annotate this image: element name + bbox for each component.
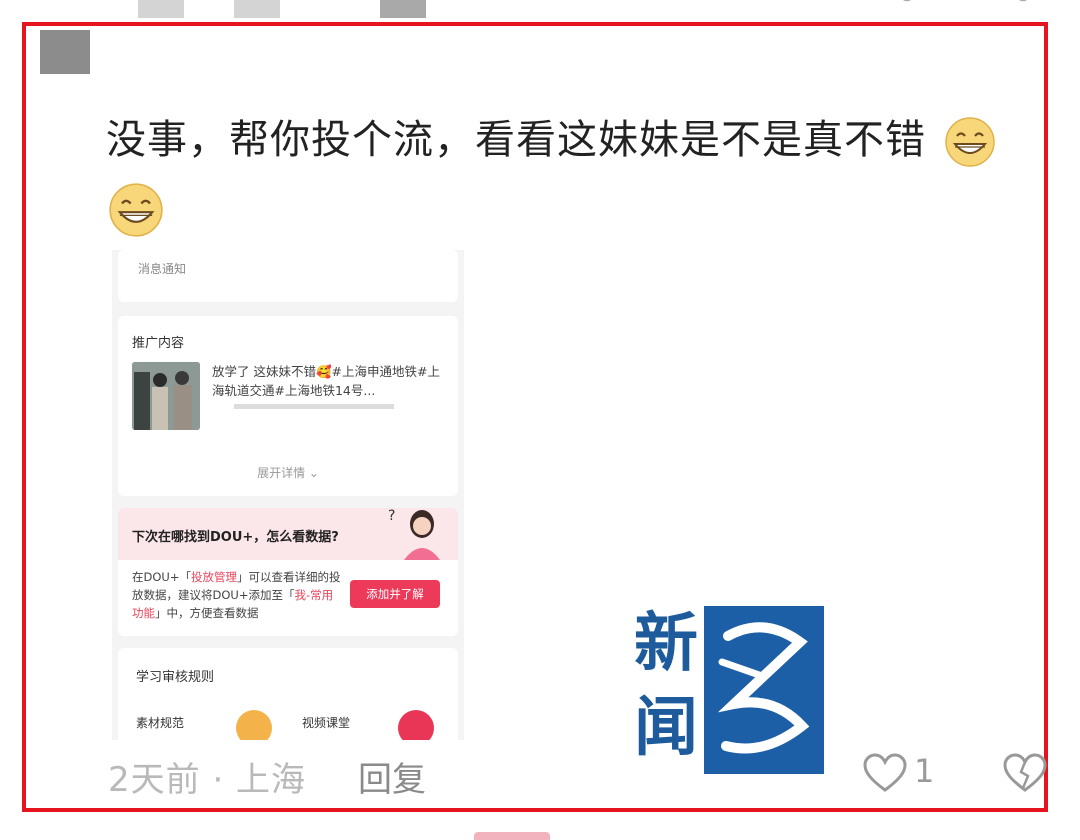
watermark-block bbox=[704, 606, 824, 774]
top-fragment bbox=[138, 0, 184, 18]
tip-body: 在DOU+「投放管理」可以查看详细的投放数据，建议将DOU+添加至「我-常用功能… bbox=[132, 568, 342, 622]
attached-screenshot[interactable]: 消息通知 推广内容 放学了 这妹妹不错🥰#上海申通地铁#上海轨道交通#上海地铁1… bbox=[112, 250, 464, 740]
news-watermark-logo: 新 闻 bbox=[628, 606, 824, 774]
comment-text: 没事，帮你投个流，看看这妹妹是不是真不错 bbox=[106, 110, 1026, 170]
avatar[interactable] bbox=[40, 30, 90, 74]
scroll-indicator bbox=[234, 404, 394, 409]
heart-icon[interactable] bbox=[862, 752, 908, 794]
notification-card: 消息通知 bbox=[118, 250, 458, 302]
tip-text: 」中，方便查看数据 bbox=[155, 606, 259, 620]
play-icon bbox=[398, 710, 434, 740]
watermark-char: 闻 bbox=[634, 690, 698, 765]
comment-body: 没事，帮你投个流，看看这妹妹是不是真不错 bbox=[106, 117, 926, 163]
rule-item-video[interactable]: 视频课堂 bbox=[302, 714, 350, 731]
grinning-face-icon bbox=[944, 117, 995, 167]
svg-text:?: ? bbox=[388, 508, 395, 524]
douplus-tip-card: 下次在哪找到DOU+，怎么看数据? ? 在DOU+「投放管理」可以查看详细的投放… bbox=[118, 508, 458, 636]
tip-title: 下次在哪找到DOU+，怎么看数据? bbox=[132, 530, 339, 545]
heart-icon bbox=[902, 0, 912, 2]
broken-heart-icon[interactable] bbox=[1002, 752, 1048, 794]
watermark-text: 新 闻 bbox=[628, 606, 704, 774]
material-icon bbox=[236, 710, 272, 740]
add-and-learn-button[interactable]: 添加并了解 bbox=[350, 580, 440, 608]
watermark-char: 新 bbox=[634, 606, 698, 681]
bottom-fragment bbox=[474, 832, 550, 840]
tip-text: 在DOU+「 bbox=[132, 570, 191, 584]
rules-card: 学习审核规则 素材规范 视频课堂 bbox=[118, 648, 458, 740]
like-count: 1 bbox=[914, 752, 935, 790]
broken-heart-icon bbox=[1018, 0, 1028, 2]
notification-label: 消息通知 bbox=[138, 262, 187, 276]
promo-heading: 推广内容 bbox=[132, 336, 185, 351]
tip-highlight: 投放管理 bbox=[190, 570, 237, 584]
reply-button[interactable]: 回复 bbox=[358, 752, 426, 801]
grinning-face-icon bbox=[109, 183, 163, 237]
rule-item-material[interactable]: 素材规范 bbox=[136, 714, 184, 731]
expand-details-link[interactable]: 展开详情 ⌄ bbox=[118, 464, 458, 481]
rules-heading: 学习审核规则 bbox=[136, 670, 215, 685]
assistant-illustration: ? bbox=[388, 508, 440, 560]
top-fragment bbox=[234, 0, 280, 18]
comment-time-location: 2天前 · 上海 bbox=[108, 760, 307, 800]
video-thumbnail bbox=[132, 362, 200, 430]
promo-card: 推广内容 放学了 这妹妹不错🥰#上海申通地铁#上海轨道交通#上海地铁14号...… bbox=[118, 316, 458, 496]
top-fragment bbox=[380, 0, 426, 18]
top-strip bbox=[0, 0, 1080, 22]
promo-description: 放学了 这妹妹不错🥰#上海申通地铁#上海轨道交通#上海地铁14号... bbox=[212, 364, 440, 398]
